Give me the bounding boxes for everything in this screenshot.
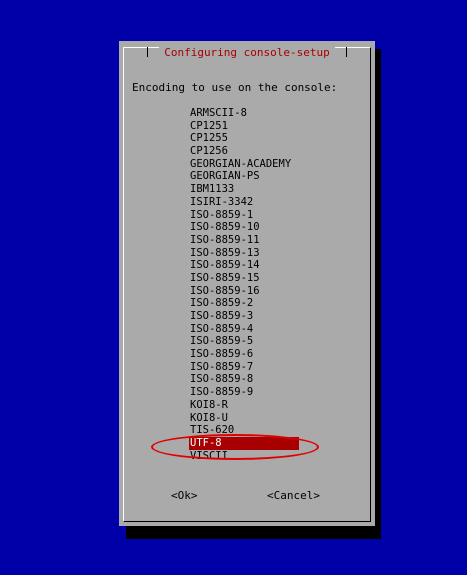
encoding-option[interactable]: TIS-620 — [189, 424, 299, 437]
encoding-option[interactable]: KOI8-U — [189, 412, 299, 425]
encoding-prompt: Encoding to use on the console: — [132, 81, 338, 94]
encoding-option[interactable]: ARMSCII-8 — [189, 107, 299, 120]
encoding-option[interactable]: CP1251 — [189, 120, 299, 133]
encoding-option[interactable]: ISO-8859-11 — [189, 234, 299, 247]
encoding-option[interactable]: ISO-8859-6 — [189, 348, 299, 361]
dialog-title: Configuring console-setup — [159, 46, 335, 60]
encoding-option[interactable]: ISIRI-3342 — [189, 196, 299, 209]
encoding-option[interactable]: CP1255 — [189, 132, 299, 145]
cancel-button[interactable]: <Cancel> — [267, 489, 320, 503]
encoding-option[interactable]: KOI8-R — [189, 399, 299, 412]
encoding-option[interactable]: ISO-8859-8 — [189, 373, 299, 386]
title-left-tick — [146, 46, 148, 57]
button-row: <Ok> <Cancel> — [119, 489, 375, 503]
encoding-option[interactable]: ISO-8859-16 — [189, 285, 299, 298]
encoding-option[interactable]: ISO-8859-9 — [189, 386, 299, 399]
title-right-tick — [346, 46, 348, 57]
encoding-option[interactable]: ISO-8859-7 — [189, 361, 299, 374]
encoding-list[interactable]: ARMSCII-8 CP1251 CP1255 CP1256 GEORGIAN-ACAD… — [189, 107, 299, 462]
encoding-option[interactable]: GEORGIAN-ACADEMY — [189, 158, 299, 171]
encoding-option[interactable]: CP1256 — [189, 145, 299, 158]
encoding-option[interactable]: VISCII — [189, 450, 299, 463]
encoding-option[interactable]: ISO-8859-1 — [189, 209, 299, 222]
encoding-option[interactable]: ISO-8859-15 — [189, 272, 299, 285]
encoding-option[interactable]: ISO-8859-10 — [189, 221, 299, 234]
configuration-dialog: Configuring console-setup Encoding to us… — [119, 41, 375, 526]
dialog-title-bar: Configuring console-setup — [119, 41, 375, 60]
encoding-option[interactable]: ISO-8859-5 — [189, 335, 299, 348]
encoding-option[interactable]: ISO-8859-4 — [189, 323, 299, 336]
encoding-option[interactable]: ISO-8859-2 — [189, 297, 299, 310]
encoding-option[interactable]: ISO-8859-3 — [189, 310, 299, 323]
encoding-option[interactable]: ISO-8859-13 — [189, 247, 299, 260]
encoding-option[interactable]: GEORGIAN-PS — [189, 170, 299, 183]
encoding-option[interactable]: IBM1133 — [189, 183, 299, 196]
encoding-option[interactable]: ISO-8859-14 — [189, 259, 299, 272]
ok-button[interactable]: <Ok> — [171, 489, 198, 503]
encoding-option[interactable]: UTF-8 — [189, 436, 299, 450]
